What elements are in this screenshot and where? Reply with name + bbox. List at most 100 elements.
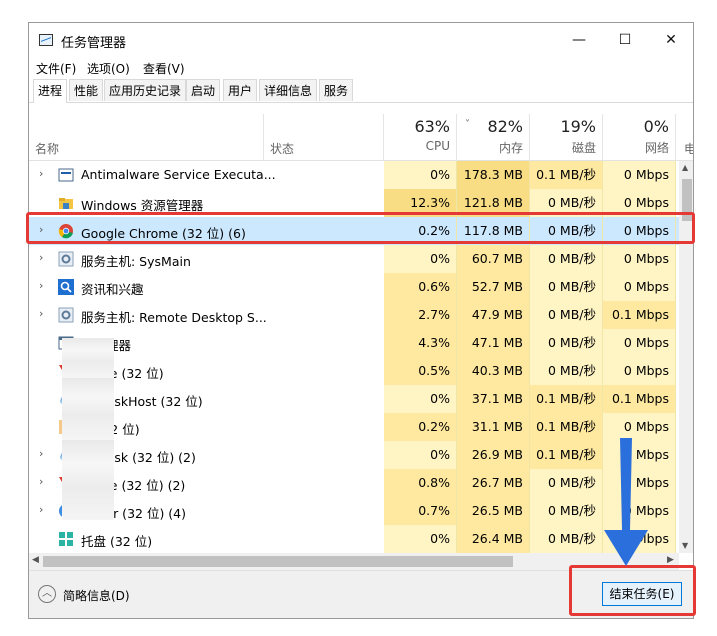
- net-cell: 0 Mbps: [603, 357, 676, 385]
- maximize-button[interactable]: ☐: [603, 27, 647, 53]
- power-label: 电: [684, 140, 693, 157]
- mem-cell: 52.7 MB: [457, 273, 530, 301]
- disk-cell: 0 MB/秒: [530, 329, 603, 357]
- cpu-cell: 0%: [384, 385, 457, 413]
- scroll-left-icon[interactable]: ◀: [32, 555, 39, 565]
- mem-cell: 26.7 MB: [457, 469, 530, 497]
- disk-cell: 0 MB/秒: [530, 525, 603, 553]
- expand-chevron-icon[interactable]: ›: [39, 447, 43, 460]
- net-cell: 0.1 Mbps: [603, 301, 676, 329]
- disk-cell: 0 MB/秒: [530, 273, 603, 301]
- net-cell: 0 Mbps: [603, 413, 676, 441]
- tab-strip: 进程 性能 应用历史记录 启动 用户 详细信息 服务: [29, 79, 693, 103]
- redaction-blur: [62, 378, 114, 440]
- table-row[interactable]: › Antimalware Service Executa... 0% 178.3 M…: [29, 161, 679, 189]
- cpu-cell: 0.6%: [384, 273, 457, 301]
- disk-total: 19%: [560, 117, 596, 136]
- highlight-end-task: [569, 565, 696, 616]
- net-cell: 0.1 Mbps: [603, 385, 676, 413]
- expand-chevron-icon[interactable]: ›: [39, 167, 43, 180]
- cpu-cell: 0.8%: [384, 469, 457, 497]
- table-row[interactable]: › Office (32 位) (2) 0.8% 26.7 MB 0 MB/秒 0 Mbp…: [29, 469, 679, 497]
- expand-chevron-icon[interactable]: ›: [39, 251, 43, 264]
- menu-options[interactable]: 选项(O): [87, 60, 130, 77]
- net-cell: 0 Mbps: [603, 161, 676, 189]
- gear-icon: [58, 251, 74, 267]
- table-row[interactable]: Office (32 位) 0.5% 40.3 MB 0 MB/秒 0 Mbps: [29, 357, 679, 385]
- menu-view[interactable]: 查看(V): [143, 60, 185, 77]
- tab-app-history[interactable]: 应用历史记录: [104, 79, 187, 101]
- expand-chevron-icon[interactable]: ›: [39, 475, 43, 488]
- tab-performance[interactable]: 性能: [69, 79, 104, 101]
- column-power[interactable]: 电: [676, 114, 693, 160]
- column-name-label: 名称: [35, 142, 60, 156]
- search-icon: [58, 279, 74, 295]
- redaction-blur: [62, 440, 114, 520]
- cpu-cell: 0.2%: [384, 413, 457, 441]
- cpu-cell: 0%: [384, 441, 457, 469]
- net-cell: 0 Mbps: [603, 273, 676, 301]
- column-memory[interactable]: ˅ 82% 内存: [457, 114, 530, 160]
- mem-cell: 31.1 MB: [457, 413, 530, 441]
- net-cell: 0 Mbps: [603, 329, 676, 357]
- mem-cell: 26.4 MB: [457, 525, 530, 553]
- close-button[interactable]: ✕: [649, 27, 693, 53]
- cpu-cell: 0%: [384, 525, 457, 553]
- mem-cell: 26.9 MB: [457, 441, 530, 469]
- sort-down-icon: ˅: [465, 119, 470, 130]
- scroll-right-icon[interactable]: ▶: [667, 555, 674, 565]
- column-status-label: 状态: [270, 142, 295, 156]
- folder-icon: [58, 195, 74, 211]
- table-row[interactable]: › Netdisk (32 位) (2) 0% 26.9 MB 0.1 MB/秒 0 Mb…: [29, 441, 679, 469]
- mem-cell: 26.5 MB: [457, 497, 530, 525]
- disk-cell: 0.1 MB/秒: [530, 161, 603, 189]
- tab-startup[interactable]: 启动: [186, 79, 221, 101]
- cpu-cell: 0%: [384, 161, 457, 189]
- window-title: 任务管理器: [61, 36, 127, 51]
- scroll-down-icon[interactable]: ▼: [682, 541, 688, 550]
- column-name[interactable]: 名称: [29, 114, 264, 160]
- fewer-details-link[interactable]: 简略信息(D): [63, 587, 130, 604]
- cpu-cell: 2.7%: [384, 301, 457, 329]
- table-row[interactable]: 身 (32 位)0.2%31.1 MB0.1 MB/秒0 Mbps: [29, 413, 679, 441]
- disk-cell: 0 MB/秒: [530, 469, 603, 497]
- table-row[interactable]: › 服务主机: Remote Desktop S... 2.7% 47.9 MB 0 M…: [29, 301, 679, 329]
- tab-services[interactable]: 服务: [319, 79, 354, 101]
- tab-users[interactable]: 用户: [223, 79, 258, 101]
- column-network[interactable]: 0% 网络: [603, 114, 676, 160]
- table-row[interactable]: › 资讯和兴趣 0.6% 52.7 MB 0 MB/秒 0 Mbps: [29, 273, 679, 301]
- column-disk[interactable]: 19% 磁盘: [530, 114, 603, 160]
- table-row[interactable]: 托盘 (32 位) 0% 26.4 MB 0 MB/秒 0 Mbps: [29, 525, 679, 553]
- expand-chevron-icon[interactable]: ›: [39, 307, 43, 320]
- task-manager-icon: [39, 34, 53, 46]
- task-manager-window: 任务管理器 — ☐ ✕ 文件(F) 选项(O) 查看(V) 进程 性能 应用历史…: [28, 22, 694, 619]
- menu-file[interactable]: 文件(F): [36, 60, 76, 77]
- table-row[interactable]: 口管理器4.3%47.1 MB0 MB/秒0 Mbps: [29, 329, 679, 357]
- scroll-up-icon[interactable]: ▲: [682, 163, 688, 172]
- horizontal-scroll-thumb[interactable]: [43, 556, 513, 567]
- chevron-up-icon[interactable]: ︿: [38, 585, 56, 603]
- table-row[interactable]: NetdiskHost (32 位) 0% 37.1 MB 0.1 MB/秒 0.1 M…: [29, 385, 679, 413]
- process-name: Antimalware Service Executa...: [81, 167, 276, 182]
- highlight-chrome-row: [26, 212, 695, 244]
- process-name: 资讯和兴趣: [81, 282, 144, 297]
- net-cell: 0 Mbps: [603, 245, 676, 273]
- expand-chevron-icon[interactable]: ›: [39, 503, 43, 516]
- mem-cell: 47.1 MB: [457, 329, 530, 357]
- column-cpu[interactable]: 63% CPU: [384, 114, 457, 160]
- tab-processes[interactable]: 进程: [33, 79, 68, 103]
- expand-chevron-icon[interactable]: ›: [39, 279, 43, 292]
- mem-cell: 60.7 MB: [457, 245, 530, 273]
- service-icon: [58, 167, 74, 183]
- mem-cell: 40.3 MB: [457, 357, 530, 385]
- menu-bar: 文件(F) 选项(O) 查看(V): [29, 57, 693, 77]
- process-name: 服务主机: Remote Desktop S...: [81, 310, 267, 325]
- tab-details[interactable]: 详细信息: [259, 79, 318, 101]
- mem-cell: 178.3 MB: [457, 161, 530, 189]
- table-row[interactable]: › 服务主机: SysMain 0% 60.7 MB 0 MB/秒 0 Mbps: [29, 245, 679, 273]
- disk-cell: 0 MB/秒: [530, 301, 603, 329]
- column-status[interactable]: 状态: [264, 114, 384, 160]
- down-arrow-icon: [604, 438, 648, 566]
- table-row[interactable]: › owser (32 位) (4) 0.7% 26.5 MB 0 MB/秒 0 Mbps: [29, 497, 679, 525]
- minimize-button[interactable]: —: [557, 27, 601, 53]
